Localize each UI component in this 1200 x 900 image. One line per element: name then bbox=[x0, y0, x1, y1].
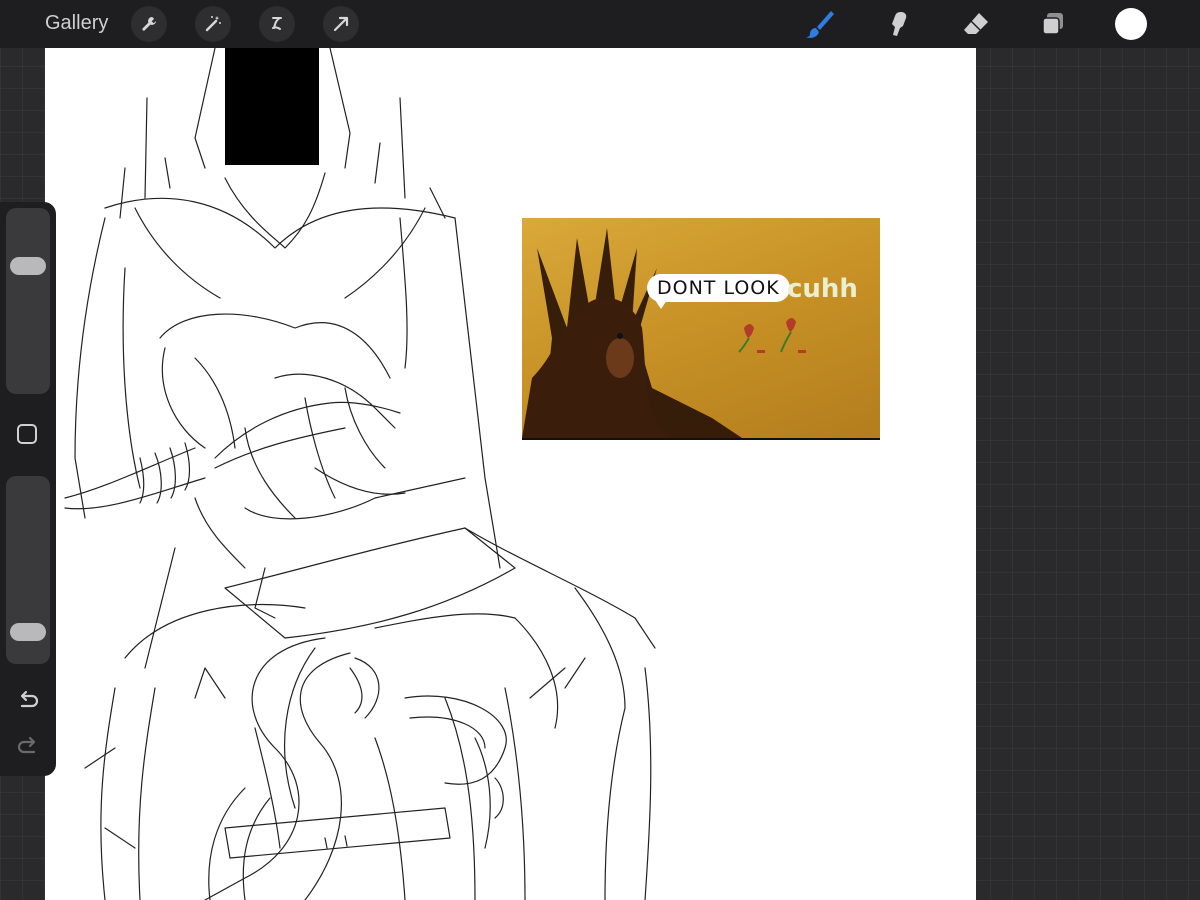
undo-icon[interactable] bbox=[15, 688, 41, 714]
brush-size-slider[interactable] bbox=[6, 208, 50, 394]
smudge-icon bbox=[892, 12, 907, 36]
brush-size-thumb[interactable] bbox=[10, 256, 46, 275]
actions-button[interactable] bbox=[131, 6, 167, 42]
brush-tool-button[interactable] bbox=[802, 6, 838, 42]
transform-arrow-icon bbox=[333, 16, 349, 32]
layers-button[interactable] bbox=[1035, 6, 1071, 42]
transform-button[interactable] bbox=[323, 6, 359, 42]
crowned-figure-illustration bbox=[522, 228, 806, 438]
redo-icon[interactable] bbox=[15, 734, 41, 760]
smudge-tool-button[interactable] bbox=[880, 6, 916, 42]
opacity-thumb[interactable] bbox=[10, 622, 46, 641]
line-sketch bbox=[64, 48, 656, 900]
speech-bubble: DONT LOOK bbox=[647, 274, 790, 309]
drawing-canvas[interactable]: DONT LOOK cuhh bbox=[45, 48, 976, 900]
color-swatch[interactable] bbox=[1115, 8, 1147, 40]
eraser-icon bbox=[964, 13, 988, 34]
brush-icon bbox=[806, 11, 834, 38]
modify-square-icon[interactable] bbox=[17, 424, 37, 444]
wrench-icon bbox=[142, 17, 156, 31]
adjustments-button[interactable] bbox=[195, 6, 231, 42]
magic-wand-icon bbox=[205, 16, 221, 32]
meme-caption: cuhh bbox=[787, 274, 858, 304]
gallery-button[interactable]: Gallery bbox=[45, 12, 108, 35]
opacity-slider[interactable] bbox=[6, 476, 50, 664]
left-sidebar bbox=[0, 202, 56, 776]
layers-icon bbox=[1042, 13, 1063, 35]
selection-button[interactable] bbox=[259, 6, 295, 42]
eraser-tool-button[interactable] bbox=[958, 6, 994, 42]
selection-icon bbox=[272, 17, 282, 30]
meme-image[interactable]: DONT LOOK cuhh bbox=[522, 218, 880, 440]
redaction-block bbox=[225, 48, 319, 165]
top-toolbar: Gallery bbox=[0, 0, 1200, 48]
